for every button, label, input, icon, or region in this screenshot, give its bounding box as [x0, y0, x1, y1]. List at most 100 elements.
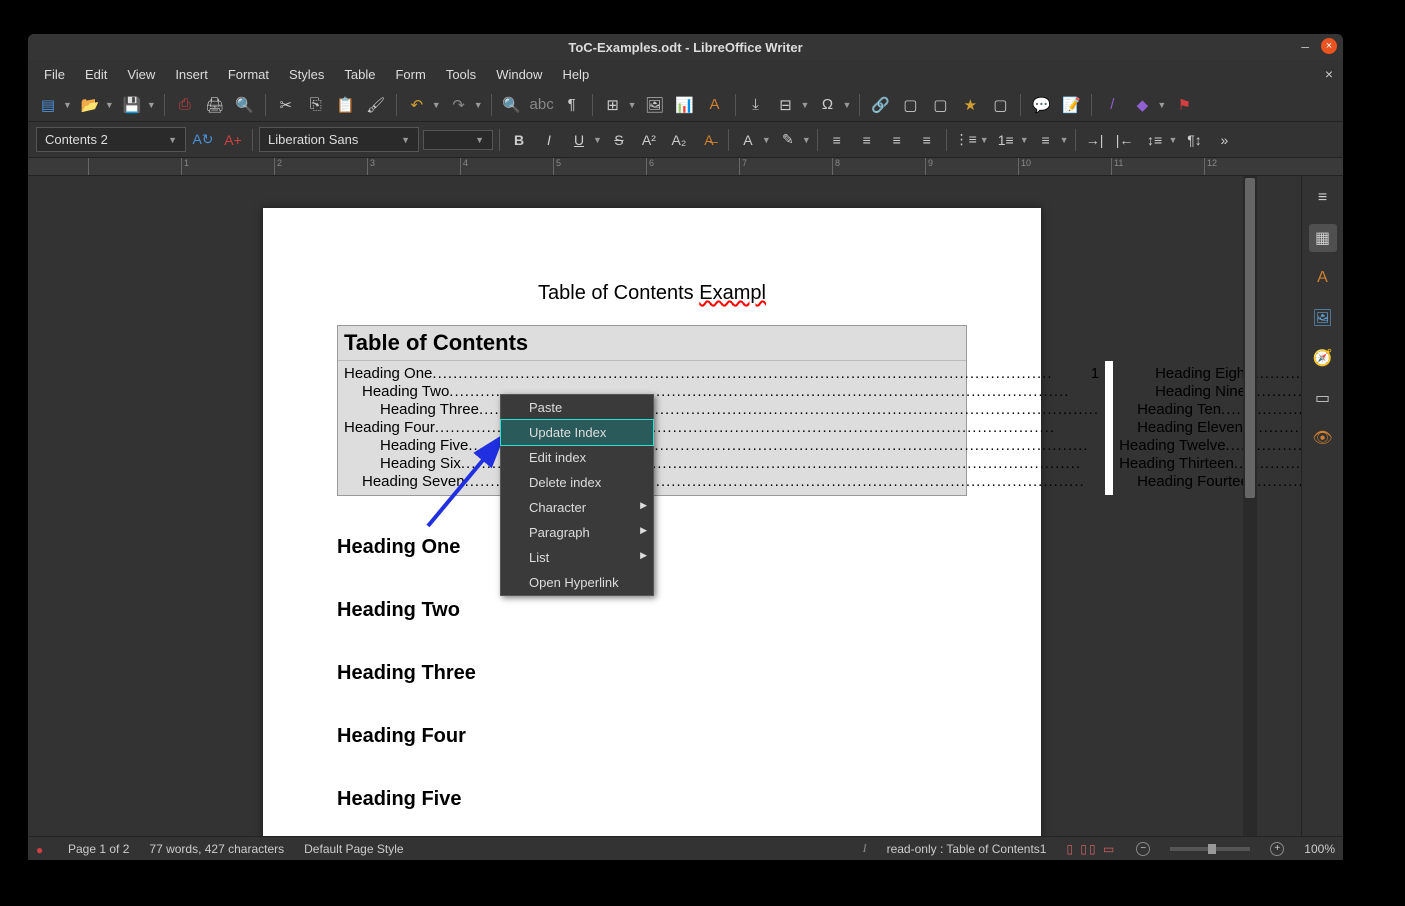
context-menu-item-paragraph[interactable]: Paragraph▶	[501, 520, 653, 545]
zoom-slider[interactable]	[1170, 847, 1250, 851]
paste-icon[interactable]: 📋	[334, 93, 358, 117]
save-status-icon[interactable]: ●	[36, 843, 48, 855]
print-preview-icon[interactable]: 🔍	[233, 93, 257, 117]
insert-textbox-icon[interactable]: A	[703, 93, 727, 117]
strikethrough-icon[interactable]: S	[606, 128, 632, 152]
menu-table[interactable]: Table	[334, 63, 385, 86]
align-center-icon[interactable]: ≡	[854, 128, 880, 152]
footnote-icon[interactable]: ▢	[898, 93, 922, 117]
insert-mode-indicator[interactable]: I	[863, 841, 867, 856]
context-menu-item-delete-index[interactable]: Delete index	[501, 470, 653, 495]
toc-entry[interactable]: Heading Two.............................…	[344, 383, 1099, 401]
context-menu-item-paste[interactable]: Paste	[501, 395, 653, 420]
toc-entry[interactable]: Heading Fourteen........................…	[1119, 473, 1301, 491]
toc-entry[interactable]: Heading Eight...........................…	[1119, 365, 1301, 383]
paragraph-style-combo[interactable]: Contents 2▼	[36, 127, 186, 152]
bullet-list-icon[interactable]: ⋮≡	[953, 128, 979, 152]
para-spacing-icon[interactable]: ¶↕	[1181, 128, 1207, 152]
minimize-button[interactable]: –	[1301, 38, 1309, 54]
insert-field-icon[interactable]: ⊟	[774, 93, 798, 117]
line-spacing-icon[interactable]: ↕≡	[1142, 128, 1168, 152]
page-panel-icon[interactable]: ▭	[1309, 384, 1337, 412]
insert-table-icon[interactable]: ⊞	[601, 93, 625, 117]
italic-icon[interactable]: I	[536, 128, 562, 152]
context-menu-item-update-index[interactable]: Update Index	[501, 420, 653, 445]
subscript-icon[interactable]: A₂	[666, 128, 692, 152]
styles-panel-icon[interactable]: A	[1309, 264, 1337, 292]
menu-help[interactable]: Help	[552, 63, 599, 86]
bookmark-icon[interactable]: ▢	[928, 93, 952, 117]
zoom-out-button[interactable]: −	[1136, 842, 1150, 856]
document-canvas[interactable]: Table of Contents Exampl Table of Conten…	[28, 176, 1301, 836]
increase-indent-icon[interactable]: →|	[1082, 128, 1108, 152]
update-style-icon[interactable]: A↻	[190, 128, 216, 152]
draw-functions-icon[interactable]: ⚑	[1172, 93, 1196, 117]
decrease-indent-icon[interactable]: |←	[1112, 128, 1138, 152]
toc-entry[interactable]: Heading One.............................…	[344, 365, 1099, 383]
context-menu-item-edit-index[interactable]: Edit index	[501, 445, 653, 470]
number-list-icon[interactable]: 1≡	[993, 128, 1019, 152]
cross-ref-icon[interactable]: ▢	[988, 93, 1012, 117]
menu-form[interactable]: Form	[385, 63, 435, 86]
insert-chart-icon[interactable]: 📊	[673, 93, 697, 117]
menu-insert[interactable]: Insert	[165, 63, 218, 86]
new-style-icon[interactable]: A+	[220, 128, 246, 152]
print-icon[interactable]: 🖨	[203, 93, 227, 117]
menu-edit[interactable]: Edit	[75, 63, 117, 86]
toc-entry[interactable]: Heading Eleven..........................…	[1119, 419, 1301, 437]
superscript-icon[interactable]: A²	[636, 128, 662, 152]
toc-entry[interactable]: Heading Five............................…	[344, 437, 1099, 455]
line-icon[interactable]: /	[1100, 93, 1124, 117]
more-icon[interactable]: »	[1211, 128, 1237, 152]
menu-styles[interactable]: Styles	[279, 63, 334, 86]
properties-panel-icon[interactable]: ▦	[1309, 224, 1337, 252]
zoom-percent[interactable]: 100%	[1304, 842, 1335, 856]
new-icon[interactable]: ▤	[36, 93, 60, 117]
shapes-icon[interactable]: ◆	[1130, 93, 1154, 117]
save-icon[interactable]: 💾	[120, 93, 144, 117]
word-count[interactable]: 77 words, 427 characters	[149, 842, 284, 856]
page-style-indicator[interactable]: Default Page Style	[304, 842, 403, 856]
insert-image-icon[interactable]: 🖼	[643, 93, 667, 117]
menu-tools[interactable]: Tools	[436, 63, 486, 86]
navigator-panel-icon[interactable]: 🧭	[1309, 344, 1337, 372]
toc-entry[interactable]: Heading Three...........................…	[344, 401, 1099, 419]
scroll-thumb[interactable]	[1245, 178, 1255, 498]
toc-entry[interactable]: Heading Nine............................…	[1119, 383, 1301, 401]
toc-entry[interactable]: Heading Seven...........................…	[344, 473, 1099, 491]
body-heading[interactable]: Heading Five	[337, 788, 967, 811]
body-heading[interactable]: Heading Three	[337, 662, 967, 685]
track-changes-icon[interactable]: 📝	[1059, 93, 1083, 117]
body-heading[interactable]: Heading Two	[337, 599, 967, 622]
toc-entry[interactable]: Heading Twelve..........................…	[1119, 437, 1301, 455]
menu-window[interactable]: Window	[486, 63, 552, 86]
context-menu-item-character[interactable]: Character▶	[501, 495, 653, 520]
vertical-scrollbar[interactable]	[1243, 176, 1257, 836]
spellcheck-icon[interactable]: abc	[530, 93, 554, 117]
toc-entry[interactable]: Heading Ten.............................…	[1119, 401, 1301, 419]
justify-icon[interactable]: ≡	[914, 128, 940, 152]
align-right-icon[interactable]: ≡	[884, 128, 910, 152]
style-inspector-icon[interactable]: 👁	[1309, 424, 1337, 452]
find-replace-icon[interactable]: 🔍	[500, 93, 524, 117]
highlight-color-icon[interactable]: ✎	[775, 128, 801, 152]
clear-formatting-icon[interactable]: A̶	[696, 128, 722, 152]
hyperlink-icon[interactable]: 🔗	[868, 93, 892, 117]
font-size-combo[interactable]: ▼	[423, 130, 493, 150]
toc-entry[interactable]: Heading Four............................…	[344, 419, 1099, 437]
toc-entry[interactable]: Heading Thirteen........................…	[1119, 455, 1301, 473]
outline-icon[interactable]: ≡	[1033, 128, 1059, 152]
menu-format[interactable]: Format	[218, 63, 279, 86]
underline-icon[interactable]: U	[566, 128, 592, 152]
formatting-marks-icon[interactable]: ¶	[560, 93, 584, 117]
undo-icon[interactable]: ↶	[405, 93, 429, 117]
close-button[interactable]: ×	[1321, 38, 1337, 54]
toc-entry[interactable]: Heading Six.............................…	[344, 455, 1099, 473]
star-icon[interactable]: ★	[958, 93, 982, 117]
open-icon[interactable]: 📂	[78, 93, 102, 117]
sidebar-menu-icon[interactable]: ≡	[1309, 184, 1337, 212]
gallery-panel-icon[interactable]: 🖼	[1309, 304, 1337, 332]
menu-file[interactable]: File	[34, 63, 75, 86]
clone-formatting-icon[interactable]: 🖌	[364, 93, 388, 117]
bold-icon[interactable]: B	[506, 128, 532, 152]
